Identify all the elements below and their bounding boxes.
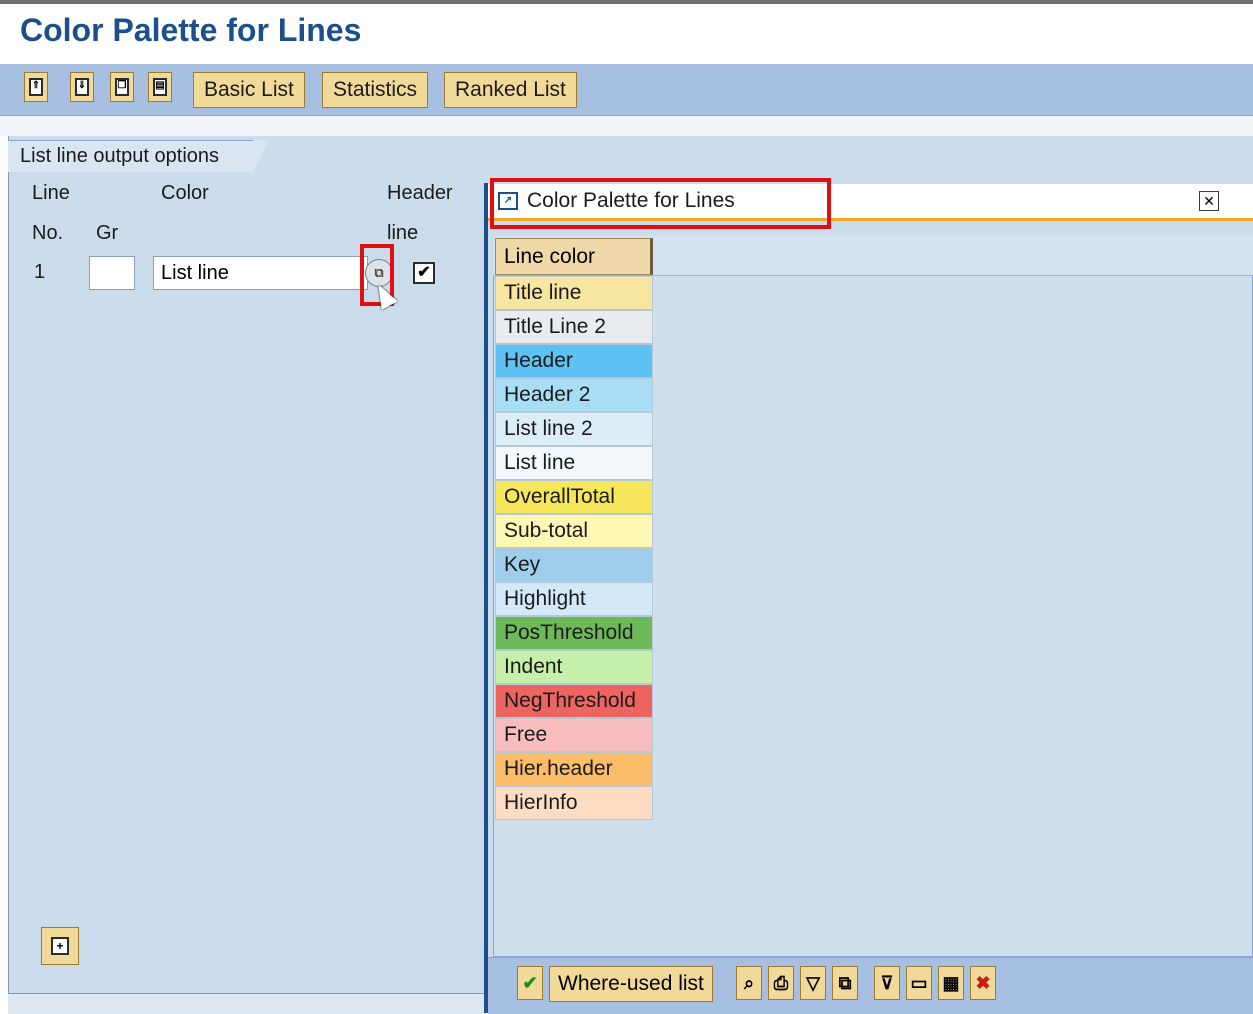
filter-icon[interactable]: ⊽ bbox=[874, 966, 900, 1000]
column-label-color: Color bbox=[161, 182, 209, 204]
column-header-line-color[interactable]: Line color bbox=[495, 238, 653, 275]
collapse-all-icon[interactable]: ⇓ bbox=[70, 72, 94, 102]
expand-all-icon[interactable]: ⇑ bbox=[24, 72, 48, 102]
palette-row[interactable]: HierInfo bbox=[495, 786, 653, 820]
page-title: Color Palette for Lines bbox=[20, 12, 362, 48]
left-panel-footer bbox=[8, 993, 486, 1014]
print-icon[interactable]: ⎙ bbox=[768, 966, 794, 1000]
application-toolbar bbox=[0, 64, 1253, 116]
palette-row[interactable]: Header 2 bbox=[495, 378, 653, 412]
sort-icon[interactable]: ▽ bbox=[800, 966, 826, 1000]
print-preview-icon[interactable]: ▭ bbox=[906, 966, 932, 1000]
palette-row[interactable]: Free bbox=[495, 718, 653, 752]
color-input[interactable]: List line bbox=[153, 256, 368, 290]
palette-row[interactable]: Title Line 2 bbox=[495, 310, 653, 344]
palette-row[interactable]: Highlight bbox=[495, 582, 653, 616]
where-used-list-button[interactable]: Where-used list bbox=[549, 966, 713, 1002]
row-line-number: 1 bbox=[34, 261, 46, 283]
header-line-checkbox[interactable]: ✔ bbox=[413, 262, 435, 284]
palette-row[interactable]: Key bbox=[495, 548, 653, 582]
palette-row[interactable]: List line 2 bbox=[495, 412, 653, 446]
column-label-line: Line bbox=[32, 182, 70, 204]
binoculars-icon[interactable]: ⧉ bbox=[832, 966, 858, 1000]
palette-row[interactable]: Header bbox=[495, 344, 653, 378]
find-icon[interactable]: ⌕ bbox=[736, 966, 762, 1000]
palette-row[interactable]: Title line bbox=[495, 276, 653, 310]
column-label-no: No. bbox=[32, 222, 64, 244]
group-tab-list-line-output[interactable]: List line output options bbox=[8, 140, 269, 172]
palette-row[interactable]: Indent bbox=[495, 650, 653, 684]
column-label-header-line: line bbox=[387, 222, 419, 244]
cancel-icon[interactable]: ✖ bbox=[970, 966, 996, 1000]
statistics-button[interactable]: Statistics bbox=[322, 72, 429, 108]
copy-icon[interactable]: ❐ bbox=[110, 72, 134, 102]
column-label-header: Header bbox=[387, 182, 453, 204]
close-icon[interactable]: ✕ bbox=[1199, 191, 1219, 211]
column-label-gr: Gr bbox=[96, 222, 119, 244]
toolbar-spacer bbox=[0, 116, 1253, 136]
layout-icon[interactable]: ▤ bbox=[148, 72, 172, 102]
palette-row[interactable]: PosThreshold bbox=[495, 616, 653, 650]
palette-row[interactable]: NegThreshold bbox=[495, 684, 653, 718]
palette-row[interactable]: Hier.header bbox=[495, 752, 653, 786]
palette-row[interactable]: OverallTotal bbox=[495, 480, 653, 514]
gr-input[interactable] bbox=[89, 256, 135, 290]
palette-row[interactable]: Sub-total bbox=[495, 514, 653, 548]
basic-list-button[interactable]: Basic List bbox=[193, 72, 305, 108]
grid-icon[interactable]: ▦ bbox=[938, 966, 964, 1000]
ranked-list-button[interactable]: Ranked List bbox=[444, 72, 577, 108]
add-line-icon[interactable]: + bbox=[41, 927, 79, 965]
top-border bbox=[0, 0, 1253, 4]
highlight-box-dialog-title bbox=[490, 178, 831, 229]
confirm-icon[interactable]: ✔ bbox=[517, 966, 543, 1000]
palette-row[interactable]: List line bbox=[495, 446, 653, 480]
